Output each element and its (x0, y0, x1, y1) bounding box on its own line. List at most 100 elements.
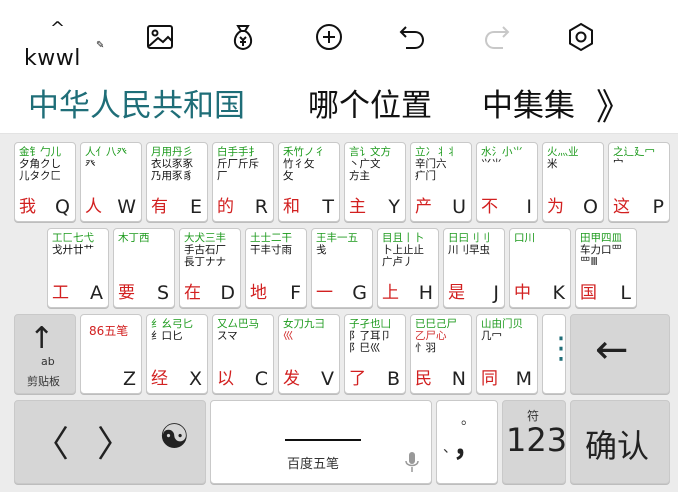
key-root: 辛门六 (415, 158, 447, 170)
space-key[interactable]: 百度五笔 (210, 400, 432, 484)
key-x[interactable]: 纟幺弓匕 纟口匕 经 X (146, 314, 208, 394)
key-l[interactable]: 田甲四皿 车力口罒 罒Ⅲ 国 L (575, 228, 637, 308)
candidate-item[interactable]: 哪个位置 (308, 80, 432, 125)
key-letter: Q (55, 196, 70, 218)
key-code: 在 (184, 283, 201, 303)
key-code: 了 (349, 369, 366, 389)
key-root: 车力口罒 (580, 244, 622, 256)
key-root: 川刂早虫 (448, 244, 490, 256)
key-code: 这 (613, 197, 630, 217)
key-j[interactable]: 日曰刂刂 川刂早虫 是 J (443, 228, 505, 308)
redo-button[interactable] (462, 0, 532, 74)
key-root: 人亻八癶 (85, 146, 127, 158)
key-code: 不 (481, 197, 498, 217)
key-letter: C (254, 368, 268, 390)
key-root: 山由门贝 (481, 318, 523, 330)
image-button[interactable] (125, 0, 195, 74)
key-root: 夕角クし (19, 158, 61, 170)
settings-hexagon-icon (569, 22, 593, 52)
undo-button[interactable] (377, 0, 447, 74)
confirm-key[interactable]: 确认 (570, 400, 670, 484)
key-letter: I (526, 196, 532, 218)
key-r[interactable]: 白手手扌 斤厂斤斥厂 的 R (212, 142, 274, 222)
key-b[interactable]: 子孑也凵 阝了耳卩 阝巳巛 了 B (344, 314, 406, 394)
key-letter: H (418, 282, 433, 304)
key-root: スマ (217, 330, 238, 342)
key-e[interactable]: 月用丹彡 衣以豕豖 乃用豕豸 有 E (146, 142, 208, 222)
nav-key[interactable]: 〈 〉 ☯ (14, 400, 206, 484)
key-root: 白手手扌 (217, 146, 259, 158)
clipboard-label: 剪贴板 (27, 375, 60, 388)
candidate-main[interactable]: 中华人民共和国 (28, 80, 245, 125)
key-a[interactable]: 工匚七弋 戈廾廿艹 工 A (47, 228, 109, 308)
key-code: 和 (283, 197, 300, 217)
right-arrow-icon[interactable]: 〉 (97, 415, 133, 467)
key-letter: K (552, 282, 565, 304)
key-u[interactable]: 立冫丬丬 辛门六 疒门 产 U (410, 142, 472, 222)
backspace-icon: ← (595, 327, 629, 373)
key-root: 衣以豕豖 (151, 158, 193, 170)
candidate-item[interactable]: 中集集 (482, 80, 575, 125)
key-code: 工 (52, 283, 69, 303)
money-bag-button[interactable] (208, 0, 278, 74)
key-s[interactable]: 木丁西 要 S (113, 228, 175, 308)
key-k[interactable]: 口川 中 K (509, 228, 571, 308)
punctuation-key[interactable]: 。 ， 、 (436, 400, 498, 484)
key-letter: L (620, 282, 631, 304)
key-t[interactable]: 禾竹ノ彳 竹彳攵攵 和 T (278, 142, 340, 222)
yinyang-icon[interactable]: ☯ (159, 417, 189, 457)
more-dots-icon: ⋮ (546, 331, 565, 366)
key-q[interactable]: 金钅勹儿 夕角クし 儿タク匚 我 Q (14, 142, 76, 222)
number-key[interactable]: 符 123 (502, 400, 566, 484)
clipboard-arrow-icon: ↑ (29, 321, 55, 356)
key-v[interactable]: 女刀九彐巛 发 V (278, 314, 340, 394)
money-bag-icon (233, 25, 253, 51)
key-n[interactable]: 已巳己尸 乙尸心 忄羽 民 N (410, 314, 472, 394)
settings-button[interactable] (546, 0, 616, 74)
pen-icon: ✎ (96, 40, 105, 51)
key-g[interactable]: 王丰一五戋 一 G (311, 228, 373, 308)
key-root: 阝巳巛 (349, 342, 381, 354)
more-candidates-icon[interactable]: 》 (596, 78, 632, 130)
add-button[interactable] (294, 0, 364, 74)
key-root: 忄羽 (415, 342, 436, 354)
key-code: 以 (217, 369, 234, 389)
key-letter: W (117, 196, 136, 218)
key-code: 为 (547, 197, 564, 217)
brand-logo[interactable]: ^ kwwl ✎ (8, 10, 108, 71)
key-root: 言讠文方 (349, 146, 391, 158)
key-root: 禾竹ノ彳 (283, 146, 325, 158)
left-arrow-icon[interactable]: 〈 (33, 415, 69, 467)
key-code: 是 (448, 283, 465, 303)
key-i[interactable]: 水氵小⺌ ⺍⺌ 不 I (476, 142, 538, 222)
key-w[interactable]: 人亻八癶癶 人 W (80, 142, 142, 222)
key-f[interactable]: 土士二干 干丰寸雨 地 F (245, 228, 307, 308)
more-key[interactable]: ⋮ (542, 314, 566, 394)
key-code: 要 (118, 283, 135, 303)
key-y[interactable]: 言讠文方 丶广文 方主 主 Y (344, 142, 406, 222)
key-root: 罒Ⅲ (580, 256, 598, 268)
key-root: 田甲四皿 (580, 232, 622, 244)
backspace-key[interactable]: ← (570, 314, 670, 394)
microphone-icon[interactable] (405, 451, 419, 473)
key-root: 疒门 (415, 170, 436, 182)
key-letter: Y (388, 196, 400, 218)
key-o[interactable]: 火灬业米 为 O (542, 142, 604, 222)
key-root: 竹彳攵 (283, 158, 315, 170)
key-h[interactable]: 目且丨卜 卜上止止 广卢丿 上 H (377, 228, 439, 308)
key-code: 中 (514, 283, 531, 303)
key-letter: O (583, 196, 598, 218)
undo-icon (399, 26, 425, 49)
candidate-bar: 中华人民共和国 哪个位置 中集集 》 (0, 74, 678, 134)
key-letter: M (515, 368, 532, 390)
key-root: 長丁ナナ (184, 256, 226, 268)
clipboard-key[interactable]: ↑ ab 剪贴板 (14, 314, 76, 394)
key-z[interactable]: 86五笔 Z (80, 314, 142, 394)
key-root: 攵 (283, 170, 294, 182)
key-c[interactable]: 又厶巴马 スマ 以 C (212, 314, 274, 394)
key-m[interactable]: 山由门贝 几冖 同 M (476, 314, 538, 394)
key-d[interactable]: 大犬三丰 手古石厂 長丁ナナ 在 D (179, 228, 241, 308)
key-letter: V (321, 368, 334, 390)
key-code: 有 (151, 197, 168, 217)
key-p[interactable]: 之辶廴冖宀 这 P (608, 142, 670, 222)
